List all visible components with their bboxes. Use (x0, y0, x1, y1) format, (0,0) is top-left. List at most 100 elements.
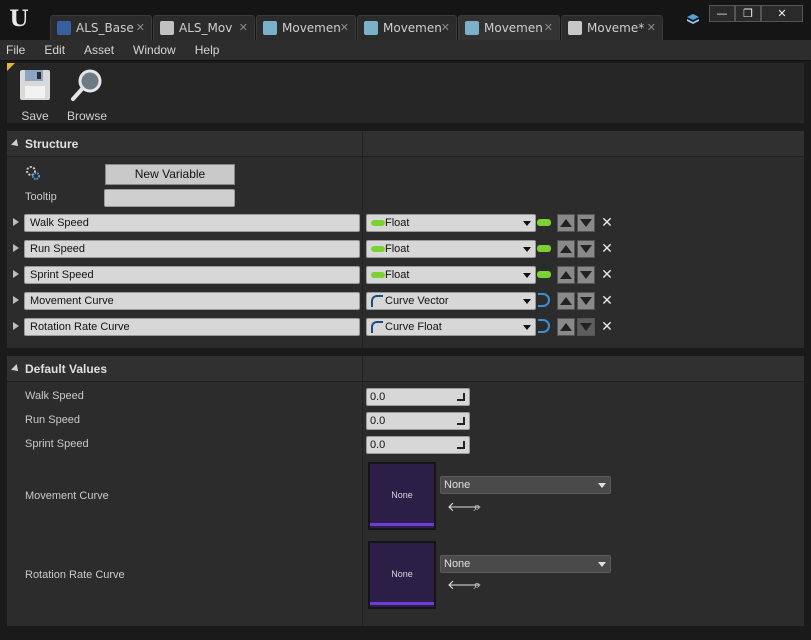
delete-variable-icon[interactable]: ✕ (600, 240, 614, 258)
tab-movement-4[interactable]: Moveme* ✕ (561, 15, 663, 40)
expand-icon[interactable] (13, 244, 19, 252)
close-icon[interactable]: ✕ (136, 21, 145, 34)
menu-edit[interactable]: Edit (44, 43, 65, 57)
movement-curve-dropdown[interactable]: None (440, 476, 611, 494)
run-speed-label: Run Speed (25, 414, 81, 426)
variable-type-dropdown[interactable]: Float (366, 266, 536, 284)
use-selected-arrow-icon[interactable]: 🡐 (447, 579, 482, 593)
close-window-button[interactable]: ✕ (761, 5, 803, 22)
thumbnail-label: None (391, 569, 413, 579)
variable-type-dropdown[interactable]: Float (366, 214, 536, 232)
move-down-button[interactable] (577, 318, 595, 336)
move-up-button[interactable] (557, 240, 575, 258)
menu-file[interactable]: File (6, 43, 25, 57)
arrow-down-icon (580, 245, 592, 253)
walk-speed-input[interactable]: 0.0 (366, 388, 470, 406)
single-value-pin-icon[interactable] (537, 219, 551, 226)
move-up-button[interactable] (557, 214, 575, 232)
expand-icon[interactable] (13, 270, 19, 278)
arrow-up-icon (560, 219, 572, 227)
tab-movement-1[interactable]: Movemen ✕ (256, 15, 356, 40)
minimize-button[interactable]: — (709, 5, 735, 22)
tooltip-input[interactable] (104, 189, 235, 207)
variable-name-field[interactable]: Walk Speed (24, 214, 360, 232)
thumbnail-label: None (391, 490, 413, 500)
variable-type-dropdown[interactable]: Curve Float (366, 318, 536, 336)
arrow-down-icon (580, 271, 592, 279)
move-down-button[interactable] (577, 266, 595, 284)
move-up-button[interactable] (557, 318, 575, 336)
browse-magnifier-icon[interactable]: ⌕ (470, 579, 484, 593)
delete-variable-icon[interactable]: ✕ (600, 214, 614, 232)
resize-grip-icon (457, 393, 465, 401)
expand-icon[interactable] (13, 296, 19, 304)
delete-variable-icon[interactable]: ✕ (600, 292, 614, 310)
curve-type-icon (371, 321, 383, 333)
chevron-down-icon (523, 221, 531, 226)
object-pin-icon[interactable] (538, 319, 550, 333)
delete-variable-icon[interactable]: ✕ (600, 318, 614, 336)
variable-type-label: Float (385, 243, 410, 255)
move-up-button[interactable] (557, 266, 575, 284)
menu-asset[interactable]: Asset (84, 43, 114, 57)
run-speed-input[interactable]: 0.0 (366, 412, 470, 430)
move-down-button[interactable] (577, 214, 595, 232)
move-down-button[interactable] (577, 292, 595, 310)
close-icon[interactable]: ✕ (544, 21, 553, 34)
sprint-speed-input[interactable]: 0.0 (366, 436, 470, 454)
resize-grip-icon (457, 417, 465, 425)
close-icon[interactable]: ✕ (340, 21, 349, 34)
browse-magnifier-icon[interactable]: ⌕ (470, 501, 484, 515)
save-button[interactable]: Save (10, 67, 60, 123)
rotation-rate-curve-label: Rotation Rate Curve (25, 569, 125, 581)
close-icon[interactable]: ✕ (441, 21, 450, 34)
variable-name-field[interactable]: Movement Curve (24, 292, 360, 310)
default-values-header[interactable]: Default Values (7, 356, 804, 382)
save-icon (20, 70, 50, 100)
tab-als-mov[interactable]: ALS_Mov ✕ (153, 15, 255, 40)
expand-icon[interactable] (13, 322, 19, 330)
single-value-pin-icon[interactable] (537, 245, 551, 252)
toolbar: Save Browse (6, 62, 805, 124)
rotation-rate-curve-dropdown[interactable]: None (440, 555, 611, 573)
gears-icon (26, 166, 40, 180)
object-pin-icon[interactable] (538, 293, 550, 307)
tab-label: ALS_Mov (179, 21, 233, 35)
menu-help[interactable]: Help (195, 43, 220, 57)
movement-curve-thumbnail[interactable]: None (368, 462, 436, 530)
tab-movement-3[interactable]: Movemen ✕ (458, 15, 560, 40)
structure-header[interactable]: Structure (7, 131, 804, 157)
thumbnail-color-bar (370, 602, 434, 605)
variable-name-field[interactable]: Run Speed (24, 240, 360, 258)
expand-icon[interactable] (13, 218, 19, 226)
delete-variable-icon[interactable]: ✕ (600, 266, 614, 284)
float-type-icon (371, 246, 385, 252)
new-variable-button[interactable]: New Variable (105, 164, 235, 185)
restore-button[interactable]: ❐ (735, 5, 761, 22)
single-value-pin-icon[interactable] (537, 271, 551, 278)
column-divider[interactable] (362, 356, 363, 626)
tooltip-label: Tooltip (25, 191, 57, 203)
menu-window[interactable]: Window (133, 43, 176, 57)
close-icon[interactable]: ✕ (239, 21, 248, 34)
walk-speed-value: 0.0 (370, 391, 386, 403)
browse-button[interactable]: Browse (62, 67, 112, 123)
close-icon[interactable]: ✕ (647, 21, 656, 34)
source-control-icon[interactable] (686, 13, 700, 27)
rotation-rate-curve-value: None (444, 558, 471, 570)
tab-label: Movemen (484, 21, 542, 35)
tab-als-base[interactable]: ALS_Base ✕ (50, 15, 152, 40)
variable-name-field[interactable]: Rotation Rate Curve (24, 318, 360, 336)
arrow-down-icon (580, 323, 592, 331)
move-up-button[interactable] (557, 292, 575, 310)
variable-type-dropdown[interactable]: Curve Vector (366, 292, 536, 310)
variable-type-label: Curve Float (385, 321, 442, 333)
use-selected-arrow-icon[interactable]: 🡐 (447, 501, 482, 515)
move-down-button[interactable] (577, 240, 595, 258)
variable-name-field[interactable]: Sprint Speed (24, 266, 360, 284)
magnifier-icon (71, 69, 102, 101)
movement-curve-label: Movement Curve (25, 490, 109, 502)
tab-movement-2[interactable]: Movemen ✕ (357, 15, 457, 40)
variable-type-dropdown[interactable]: Float (366, 240, 536, 258)
rotation-rate-curve-thumbnail[interactable]: None (368, 541, 436, 609)
